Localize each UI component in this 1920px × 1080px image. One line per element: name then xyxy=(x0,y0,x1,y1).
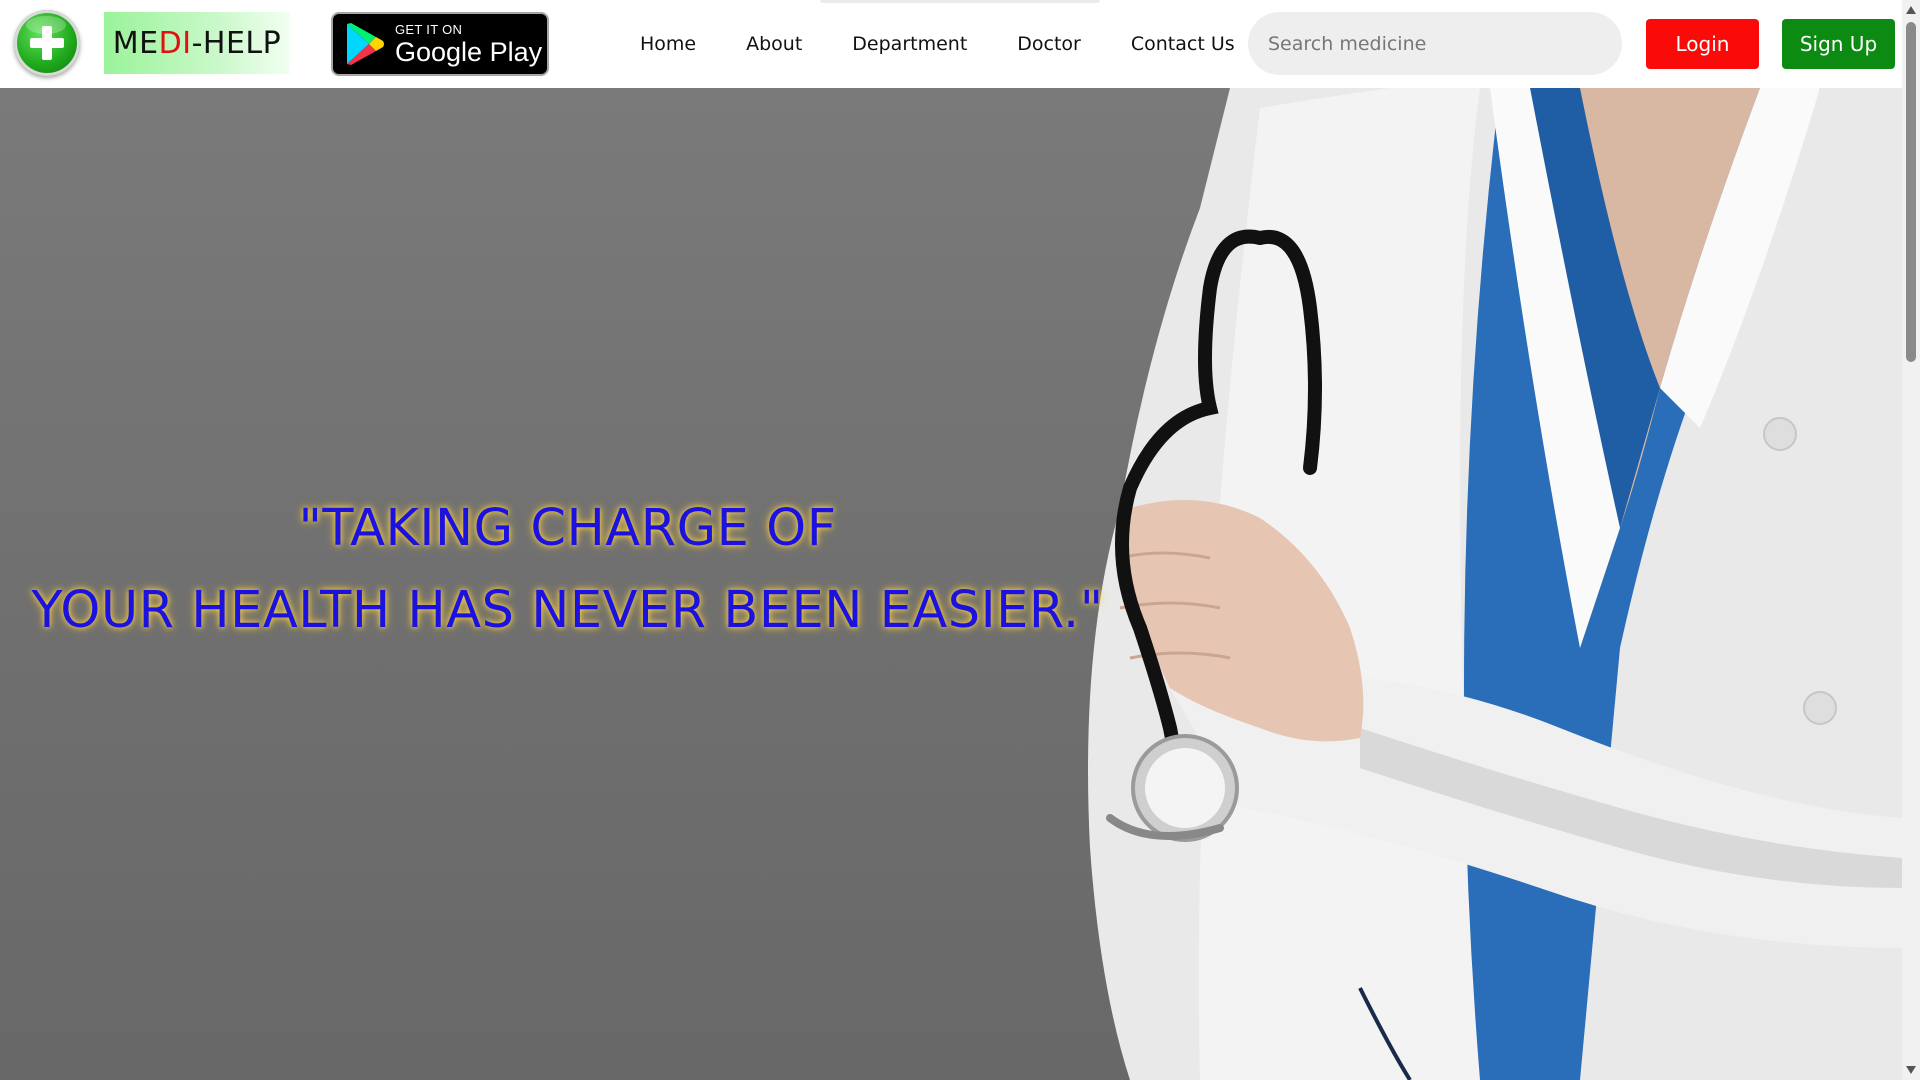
nav-contact-us-link[interactable]: Contact Us xyxy=(1131,33,1235,55)
search-medicine-input[interactable] xyxy=(1248,12,1622,75)
signup-button[interactable]: Sign Up xyxy=(1782,19,1895,69)
hero-quote-line-2: YOUR HEALTH HAS NEVER BEEN EASIER." xyxy=(31,581,1104,640)
hero-quote-line-1: "TAKING CHARGE OF xyxy=(298,499,837,558)
brand-logo-text[interactable]: ME DI -HELP xyxy=(104,12,290,74)
nav-home-link[interactable]: Home xyxy=(640,33,696,55)
plus-vertical-bar xyxy=(42,26,52,60)
scroll-up-arrow-icon[interactable] xyxy=(1906,6,1916,14)
brand-part-2: DI xyxy=(158,25,192,61)
scroll-down-arrow-icon[interactable] xyxy=(1906,1066,1916,1074)
google-play-badge[interactable]: GET IT ON Google Play xyxy=(331,12,549,76)
hero-section: "TAKING CHARGE OF YOUR HEALTH HAS NEVER … xyxy=(0,88,1902,1080)
google-play-small-text: GET IT ON xyxy=(395,21,463,37)
brand-part-1: ME xyxy=(112,25,159,61)
scrollbar-thumb[interactable] xyxy=(1906,22,1916,362)
nav-links: Home About Department Doctor Contact Us xyxy=(640,0,1235,88)
doctor-with-stethoscope-image xyxy=(1088,88,1902,1080)
hero-quote: "TAKING CHARGE OF YOUR HEALTH HAS NEVER … xyxy=(0,488,1135,652)
nav-doctor-link[interactable]: Doctor xyxy=(1017,33,1081,55)
nav-department-link[interactable]: Department xyxy=(852,33,967,55)
login-button[interactable]: Login xyxy=(1646,19,1759,69)
navbar: ME DI -HELP GET IT ON Google Play Home Abo… xyxy=(0,0,1902,88)
nav-about-link[interactable]: About xyxy=(746,33,802,55)
google-play-big-text: Google Play xyxy=(395,36,543,67)
brand-part-3: -HELP xyxy=(191,25,282,61)
vertical-scrollbar[interactable] xyxy=(1902,0,1920,1080)
green-plus-logo-icon[interactable] xyxy=(14,10,80,76)
google-play-icon xyxy=(347,23,384,65)
